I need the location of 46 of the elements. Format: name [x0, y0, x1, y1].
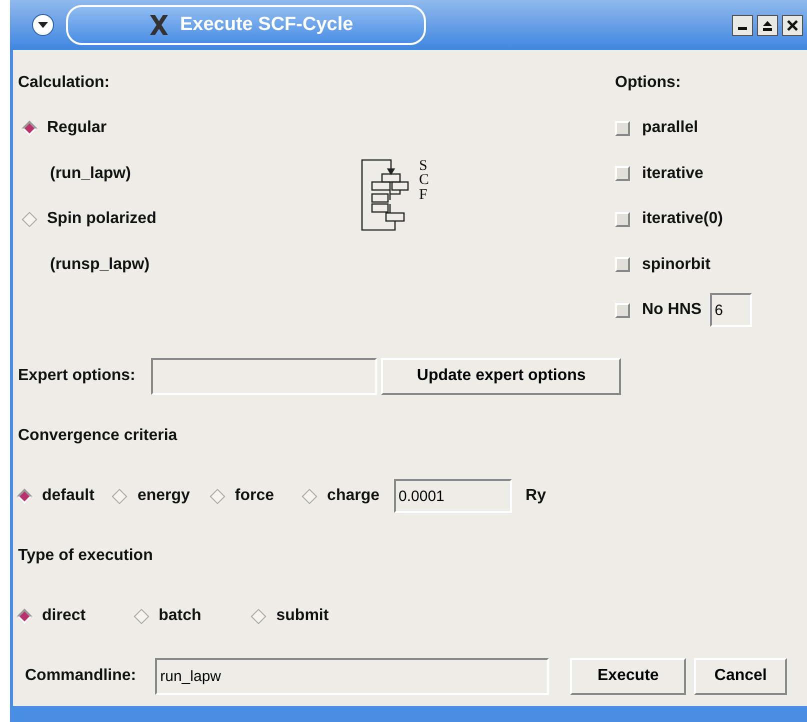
commandline-label: Commandline:: [25, 666, 136, 686]
radio-label: direct: [42, 606, 86, 626]
checkbox[interactable]: [615, 257, 630, 272]
close-button[interactable]: [782, 14, 803, 36]
checkbox-label: No HNS: [642, 300, 702, 320]
value-field[interactable]: 6: [710, 293, 752, 328]
section-label: Options:: [615, 72, 681, 93]
cancel-button[interactable]: Cancel: [694, 658, 788, 694]
radio-label: batch: [158, 606, 202, 626]
maximize-icon: [762, 20, 773, 30]
radio-label: charge: [327, 486, 380, 506]
radio-label: submit: [276, 606, 329, 626]
maximize-button[interactable]: [757, 14, 778, 36]
radio-label: energy: [137, 486, 190, 506]
checkbox[interactable]: [615, 302, 630, 318]
commandline-field[interactable]: run_lapw: [155, 658, 550, 694]
checkbox-label: spinorbit: [642, 254, 710, 275]
window-title: Execute SCF-Cycle: [180, 12, 354, 37]
checkbox-label: iterative(0): [642, 209, 723, 230]
x-logo-icon: [148, 14, 170, 36]
section-label: Calculation:: [18, 72, 110, 93]
command-label: (runsp_lapw): [50, 254, 150, 275]
radio-label: Spin polarized: [47, 209, 156, 230]
minimize-icon: [738, 27, 747, 30]
expert-options-field[interactable]: [151, 358, 378, 394]
section-label: Convergence criteria: [18, 426, 178, 446]
checkbox-label: iterative: [642, 164, 704, 184]
radio-label: force: [234, 486, 274, 506]
scf-label: SCF: [419, 159, 430, 202]
checkbox[interactable]: [615, 120, 630, 136]
caret-icon: [37, 21, 49, 29]
update-expert-options-button[interactable]: Update expert options: [381, 358, 622, 394]
execute-button[interactable]: Execute: [570, 658, 686, 694]
radio-label: Regular: [47, 118, 107, 138]
section-label: Type of execution: [18, 546, 153, 566]
expert-options-label: Expert options:: [18, 366, 136, 386]
unit-label: Ry: [526, 486, 546, 506]
command-label: (run_lapw): [50, 164, 131, 184]
checkbox[interactable]: [615, 212, 630, 227]
checkbox-label: parallel: [642, 118, 698, 138]
close-icon: [787, 20, 798, 30]
radio-label: default: [42, 486, 94, 506]
window-menu-button[interactable]: [32, 14, 54, 36]
minimize-button[interactable]: [732, 14, 753, 36]
criterion-field[interactable]: 0.0001: [394, 479, 512, 513]
checkbox[interactable]: [615, 166, 630, 182]
